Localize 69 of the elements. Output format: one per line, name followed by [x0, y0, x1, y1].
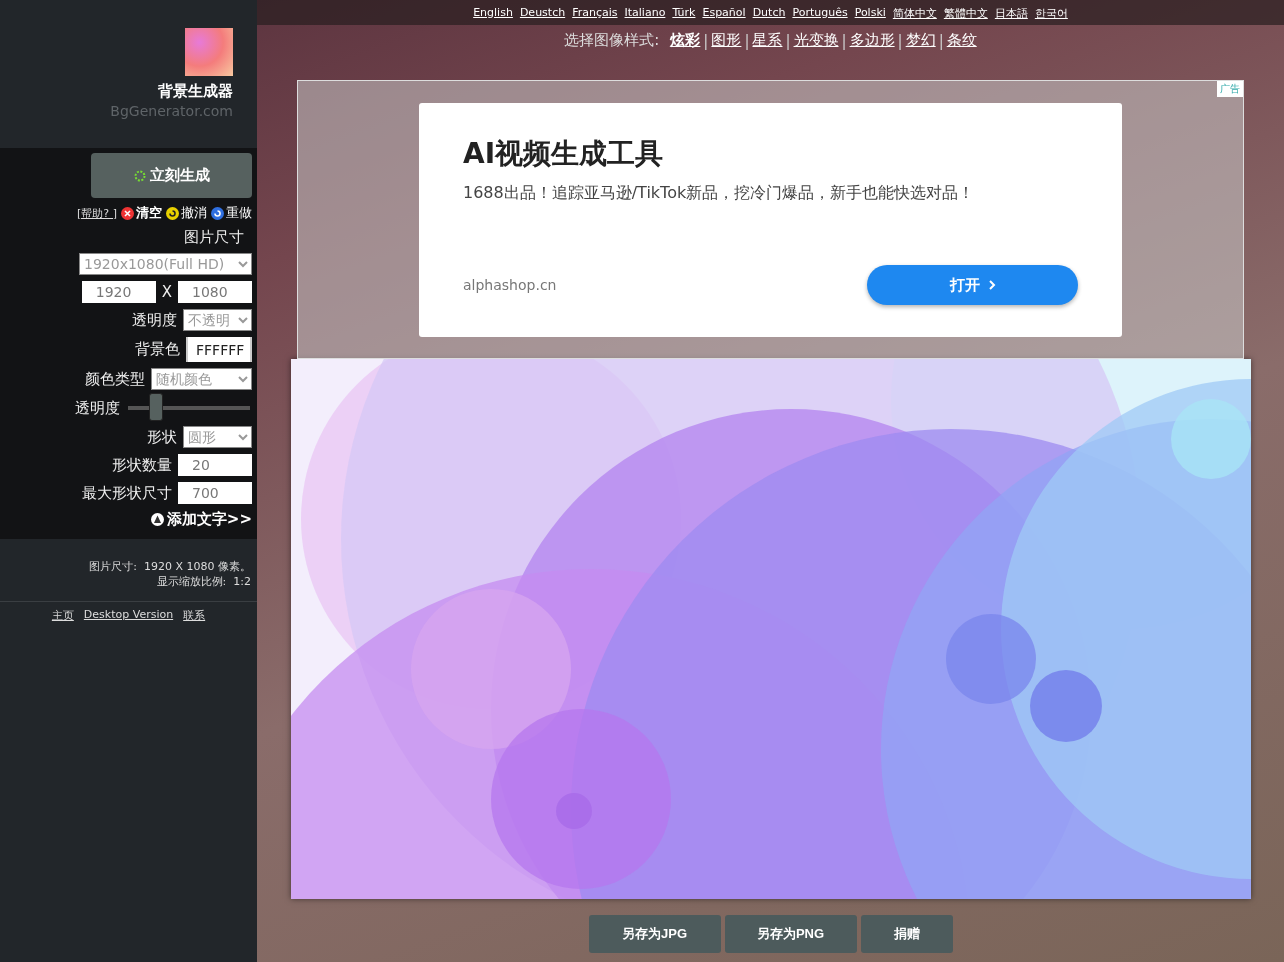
slider-thumb[interactable]: [149, 393, 164, 421]
style-link[interactable]: 图形: [711, 31, 742, 50]
help-link[interactable]: [帮助? ]: [77, 205, 117, 221]
image-info: 图片尺寸: 1920 X 1080 像素。: [89, 559, 251, 574]
field-label: 透明度: [75, 398, 120, 418]
ad-text: 1688出品！追踪亚马逊/TikTok新品，挖冷门爆品，新手也能快选对品！: [463, 183, 976, 204]
chevron-right-icon: [987, 279, 996, 291]
separator: |: [744, 31, 750, 50]
x-icon: [121, 206, 134, 220]
style-link[interactable]: 多边形: [849, 31, 895, 50]
ad-title: AI视频生成工具: [463, 136, 665, 172]
undo-button[interactable]: 撤消: [166, 204, 207, 222]
ad-domain: alphashop.cn: [463, 277, 557, 293]
style-label: 选择图像样式:: [564, 31, 660, 50]
language-link[interactable]: 日本語: [994, 6, 1028, 21]
separator: |: [703, 31, 709, 50]
number-input[interactable]: 20: [178, 454, 252, 476]
warning-icon: [150, 513, 164, 526]
field-label: 颜色类型: [85, 369, 145, 389]
ad-badge: 广告: [1217, 81, 1243, 97]
site-name: BgGenerator.com: [110, 103, 233, 119]
language-link[interactable]: 한국어: [1034, 6, 1068, 21]
language-link[interactable]: Português: [792, 6, 848, 21]
language-link[interactable]: Français: [572, 6, 618, 21]
language-link[interactable]: Dutch: [752, 6, 786, 21]
save-button[interactable]: 捐赠: [860, 915, 953, 953]
redo-button[interactable]: 重做: [211, 204, 252, 222]
image-info: 显示缩放比例: 1:2: [156, 574, 251, 589]
footer-link[interactable]: 联系: [183, 608, 206, 623]
field-label: 形状: [147, 427, 177, 447]
language-link[interactable]: English: [473, 6, 513, 21]
app-title: 背景生成器: [158, 82, 233, 101]
save-button[interactable]: 另存为JPG: [588, 915, 721, 953]
language-link[interactable]: Español: [702, 6, 746, 21]
language-link[interactable]: Italiano: [624, 6, 666, 21]
style-link[interactable]: 炫彩: [670, 31, 701, 50]
style-link[interactable]: 梦幻: [905, 31, 936, 50]
footer-link[interactable]: Desktop Version: [83, 608, 174, 623]
field-label: 背景色: [135, 340, 180, 359]
add-text-button[interactable]: 添加文字>>: [150, 510, 252, 529]
footer-link[interactable]: 主页: [51, 608, 74, 623]
field-label: 最大形状尺寸: [82, 483, 172, 503]
open-button[interactable]: 打开: [867, 265, 1078, 305]
circle-arrow-icon: [166, 206, 179, 220]
style-link[interactable]: 光变换: [793, 31, 839, 50]
logo: [185, 28, 233, 76]
language-link[interactable]: 繁體中文: [943, 6, 988, 21]
field-label: 图片尺寸: [184, 228, 244, 247]
circle-arrow-icon: [211, 206, 224, 220]
language-link[interactable]: Polski: [854, 6, 886, 21]
times-sign: X: [161, 283, 172, 301]
clear-button[interactable]: 清空: [121, 204, 162, 222]
generate-button[interactable]: 立刻生成: [91, 153, 252, 198]
save-button[interactable]: 另存为PNG: [724, 915, 857, 953]
height-input[interactable]: 1080: [178, 281, 252, 303]
separator: |: [938, 31, 944, 50]
style-link[interactable]: 条纹: [946, 31, 977, 50]
separator: |: [841, 31, 847, 50]
language-link[interactable]: Deustch: [519, 6, 566, 21]
width-input[interactable]: 1920: [81, 281, 156, 303]
separator: |: [897, 31, 903, 50]
language-link[interactable]: 简体中文: [892, 6, 937, 21]
style-link[interactable]: 星系: [752, 31, 783, 50]
language-link[interactable]: Türk: [672, 6, 696, 21]
field-label: 透明度: [132, 310, 177, 330]
color-input[interactable]: FFFFFF: [186, 337, 252, 362]
field-label: 形状数量: [112, 455, 172, 475]
number-input[interactable]: 700: [178, 482, 252, 504]
separator: |: [785, 31, 791, 50]
